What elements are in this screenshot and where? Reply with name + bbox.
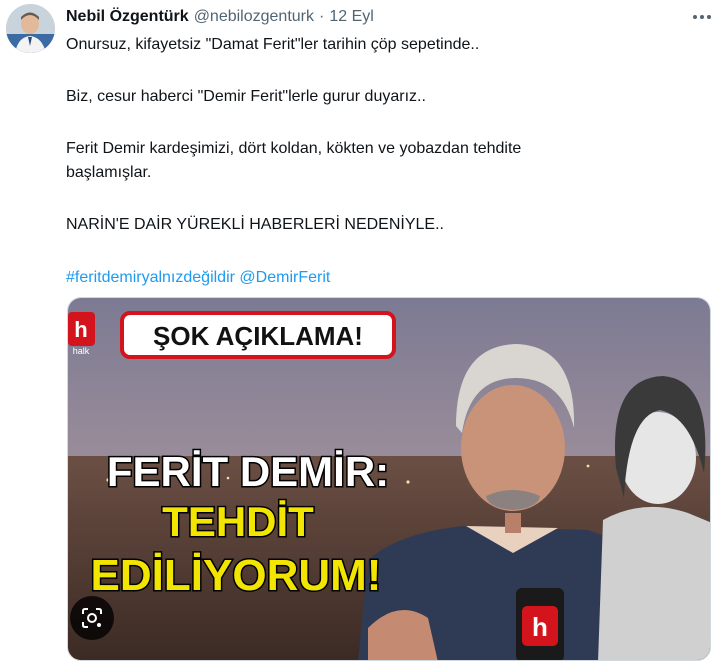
- mention-link[interactable]: @DemirFerit: [239, 269, 330, 286]
- hashtag-link[interactable]: #feritdemiryalnızdeğildir: [66, 269, 235, 286]
- tweet-media-image[interactable]: h halk ŞOK AÇIKLAMA! FERİT DEMİR: TEHDİT…: [67, 297, 711, 661]
- tweet-text: Onursuz, kifayetsiz "Damat Ferit"ler tar…: [66, 34, 706, 288]
- google-lens-icon[interactable]: [70, 596, 114, 640]
- tweet-text-line: NARİN'E DAİR YÜREKLİ HABERLERİ NEDENİYLE…: [66, 216, 444, 233]
- headline-line-2: TEHDİT: [162, 498, 314, 545]
- tweet-text-line: Ferit Demir kardeşimizi, dört koldan, kö…: [66, 140, 522, 157]
- tweet-text-line: başlamışlar.: [66, 164, 152, 181]
- tweet-timestamp[interactable]: 12 Eyl: [329, 8, 373, 26]
- more-dots-icon[interactable]: [690, 6, 714, 28]
- tweet-header: Nebil Özgentürk @nebilozgenturk · 12 Eyl: [66, 6, 374, 28]
- author-handle[interactable]: @nebilozgenturk: [194, 8, 314, 26]
- headline-line-3: EDİLİYORUM!: [91, 551, 382, 600]
- author-avatar[interactable]: [6, 4, 55, 53]
- tweet-links: #feritdemiryalnızdeğildir @DemirFerit: [66, 267, 706, 288]
- tweet: Nebil Özgentürk @nebilozgenturk · 12 Eyl…: [0, 0, 728, 671]
- tweet-text-line: Onursuz, kifayetsiz "Damat Ferit"ler tar…: [66, 36, 480, 53]
- mic-logo: h: [532, 612, 548, 642]
- tweet-text-line: Biz, cesur haberci "Demir Ferit"lerle gu…: [66, 88, 426, 105]
- banner-text: ŞOK AÇIKLAMA!: [153, 321, 363, 351]
- separator-dot: ·: [319, 8, 325, 25]
- channel-logo: h: [74, 317, 87, 342]
- author-display-name[interactable]: Nebil Özgentürk: [66, 8, 189, 26]
- channel-tag: halk: [73, 346, 90, 356]
- headline-line-1: FERİT DEMİR:: [107, 448, 389, 495]
